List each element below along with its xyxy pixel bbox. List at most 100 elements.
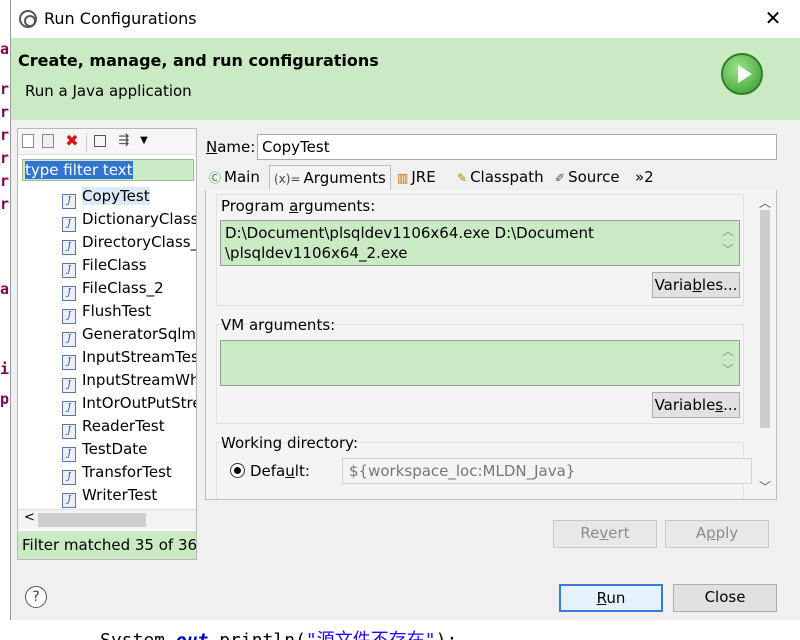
name-label: Name: [206, 138, 256, 156]
java-app-icon: J [62, 194, 76, 209]
main-tab-icon: Ⓒ [209, 171, 222, 185]
list-item-label: TransforTest [82, 463, 172, 481]
window-title: Run Configurations [44, 9, 197, 28]
new-config-icon[interactable] [22, 134, 34, 148]
header-title: Create, manage, and run configurations [18, 51, 379, 70]
java-app-icon: J [62, 378, 76, 393]
vm-textarea-scroll-icon: ︿ ﹀ [722, 345, 734, 376]
program-arguments-field[interactable]: D:\Document\plsqldev1106x64.exe D:\Docum… [220, 220, 740, 266]
list-item[interactable]: J InputStreamTes [62, 348, 196, 371]
name-field[interactable]: CopyTest [257, 134, 777, 160]
tab-arguments[interactable]: (x)= Arguments [269, 165, 391, 190]
list-item[interactable]: J IntOrOutPutStre [62, 394, 196, 417]
filter-icon[interactable]: ⇶ [116, 133, 132, 149]
configuration-list-pane: ✖ ⇶ ▼ type filter text J CopyTest J Diction… [17, 128, 197, 560]
list-toolbar: ✖ ⇶ ▼ [18, 129, 196, 155]
list-item[interactable]: J TestDate [62, 440, 147, 463]
java-app-icon: J [62, 447, 76, 462]
list-item[interactable]: J FlushTest [62, 302, 151, 325]
list-item[interactable]: J ReaderTest [62, 417, 165, 440]
title-bar: Run Configurations ✕ [11, 0, 800, 38]
list-item-label: FileClass [82, 256, 147, 274]
config-tabs: Ⓒ Main (x)= Arguments ▥ JRE ✎ Classpath ✐ Sou… [205, 165, 777, 190]
delete-config-icon[interactable]: ✖ [64, 133, 80, 149]
list-item-label: WriterTest [82, 486, 158, 504]
revert-button[interactable]: Revert [553, 520, 657, 548]
java-app-icon: J [62, 355, 76, 370]
source-tab-icon: ✐ [555, 171, 566, 185]
panel-vertical-scrollbar[interactable]: ︿ ﹀ [754, 190, 776, 498]
list-item[interactable]: J TransforTest [62, 463, 172, 486]
textarea-scroll-icon: ︿ ﹀ [722, 225, 734, 256]
tree-horizontal-scrollbar[interactable]: < [18, 509, 196, 529]
collapse-all-icon[interactable] [94, 135, 106, 147]
java-app-icon: J [62, 286, 76, 301]
working-directory-label: Working directory: [221, 434, 359, 452]
arguments-tab-icon: (x)= [274, 172, 301, 186]
list-item[interactable]: J FileClass [62, 256, 147, 279]
panel-scroll-thumb[interactable] [760, 210, 770, 428]
default-label: Default: [250, 462, 310, 480]
default-radio[interactable] [230, 463, 245, 478]
apply-button[interactable]: Apply [665, 520, 769, 548]
java-app-icon: J [62, 493, 76, 508]
arguments-panel: ︿ ﹀ Program arguments: D:\Document\plsql… [205, 190, 777, 500]
list-item-label: ReaderTest [82, 417, 165, 435]
list-item[interactable]: J FileClass_2 [62, 279, 164, 302]
close-icon[interactable]: ✕ [761, 6, 785, 30]
view-menu-icon[interactable]: ▼ [136, 133, 152, 149]
close-button[interactable]: Close [673, 584, 777, 612]
tab-source[interactable]: ✐ Source [551, 165, 624, 190]
list-item-label: DictionaryClass [82, 210, 196, 228]
tab-classpath[interactable]: ✎ Classpath [453, 165, 548, 190]
list-item[interactable]: J DirectoryClass_ [62, 233, 196, 256]
scroll-thumb[interactable] [38, 513, 146, 527]
java-app-icon: J [62, 217, 76, 232]
list-item-label: FileClass_2 [82, 279, 164, 297]
editor-code-line: System.out.println("源文件不存在"); [0, 620, 800, 640]
java-app-icon: J [62, 424, 76, 439]
program-variables-button[interactable]: Variables... [652, 272, 740, 298]
toolbar-divider [86, 133, 87, 151]
java-app-icon: J [62, 401, 76, 416]
list-item-label: IntOrOutPutStre [82, 394, 196, 412]
filter-input[interactable]: type filter text [22, 159, 194, 181]
scroll-left-icon[interactable]: < [24, 510, 35, 525]
program-arguments-label: Program arguments: [221, 197, 376, 215]
list-item-label: InputStreamTes [82, 348, 196, 366]
help-icon[interactable]: ? [25, 586, 47, 608]
list-item-label: TestDate [82, 440, 148, 458]
java-app-icon: J [62, 332, 76, 347]
jre-tab-icon: ▥ [397, 171, 409, 185]
java-app-icon: J [62, 263, 76, 278]
vm-variables-button[interactable]: Variables... [652, 392, 740, 418]
tab-jre[interactable]: ▥ JRE [393, 165, 440, 190]
vm-arguments-field[interactable]: ︿ ﹀ [220, 340, 740, 386]
header-subtitle: Run a Java application [25, 82, 192, 100]
tab-main[interactable]: Ⓒ Main [205, 165, 264, 190]
list-item-label: DirectoryClass_ [82, 233, 196, 251]
scroll-down-icon[interactable]: ﹀ [759, 478, 771, 495]
list-item-label: GeneratorSqlm [82, 325, 196, 343]
list-item[interactable]: J DictionaryClass [62, 210, 196, 233]
tab-overflow[interactable]: »2 [631, 165, 658, 190]
list-item[interactable]: J InputStreamWh [62, 371, 196, 394]
java-app-icon: J [62, 309, 76, 324]
dialog-header: Create, manage, and run configurations R… [11, 38, 800, 120]
run-button[interactable]: Run [559, 584, 663, 612]
java-app-icon: J [62, 240, 76, 255]
duplicate-config-icon[interactable] [42, 134, 54, 148]
configuration-tree: J CopyTest J DictionaryClass J DirectoryClass… [18, 187, 196, 509]
default-directory-field: ${workspace_loc:MLDN_Java} [342, 458, 752, 484]
filter-status: Filter matched 35 of 36 i [18, 531, 196, 559]
java-app-icon: J [62, 470, 76, 485]
list-item[interactable]: J WriterTest [62, 486, 157, 509]
list-item[interactable]: J GeneratorSqlm [62, 325, 196, 348]
eclipse-icon [19, 10, 37, 28]
run-banner-icon [721, 53, 763, 95]
scroll-up-icon[interactable]: ︿ [759, 194, 771, 211]
list-item[interactable]: J CopyTest [62, 187, 150, 210]
vm-arguments-label: VM arguments: [221, 316, 336, 334]
list-item-label: FlushTest [82, 302, 152, 320]
list-item-label: CopyTest [82, 187, 150, 205]
